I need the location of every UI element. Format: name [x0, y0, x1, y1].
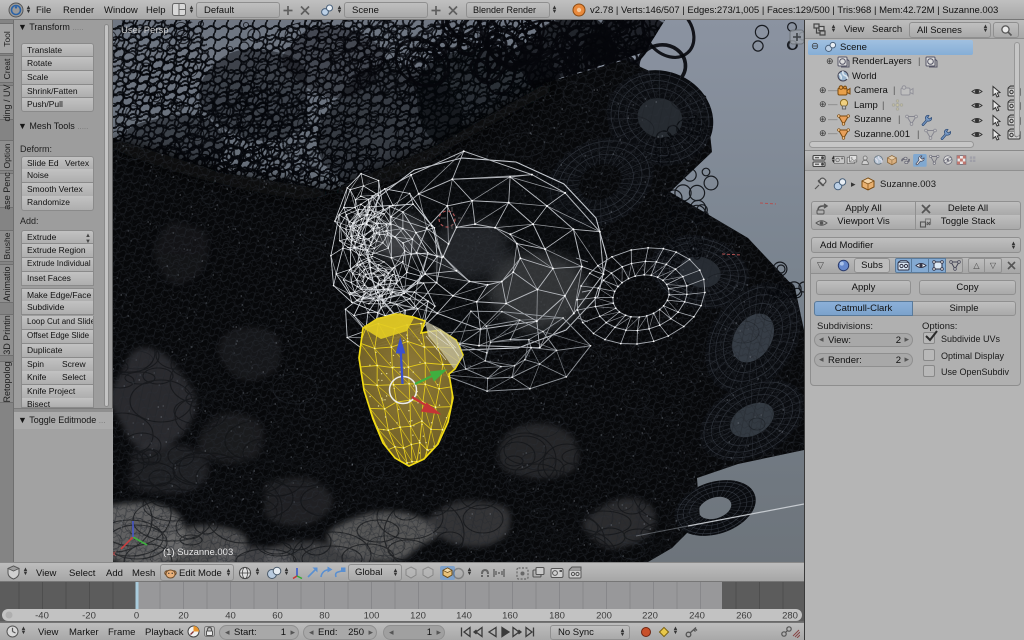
- svg-text:80: 80: [319, 611, 330, 622]
- svg-text:60: 60: [272, 611, 283, 622]
- svg-text:200: 200: [596, 611, 612, 622]
- svg-text:(1) Suzanne.003: (1) Suzanne.003: [163, 547, 233, 558]
- svg-text:20: 20: [178, 611, 189, 622]
- svg-text:100: 100: [364, 611, 380, 622]
- svg-text:240: 240: [689, 611, 705, 622]
- svg-text:140: 140: [456, 611, 472, 622]
- svg-text:-20: -20: [82, 611, 96, 622]
- svg-text:160: 160: [502, 611, 518, 622]
- svg-text:220: 220: [642, 611, 658, 622]
- svg-text:40: 40: [225, 611, 236, 622]
- svg-text:280: 280: [782, 611, 798, 622]
- svg-text:-40: -40: [35, 611, 49, 622]
- svg-text:User Persp: User Persp: [121, 25, 169, 36]
- svg-text:260: 260: [736, 611, 752, 622]
- svg-text:180: 180: [549, 611, 565, 622]
- svg-text:0: 0: [134, 611, 139, 622]
- svg-text:120: 120: [410, 611, 426, 622]
